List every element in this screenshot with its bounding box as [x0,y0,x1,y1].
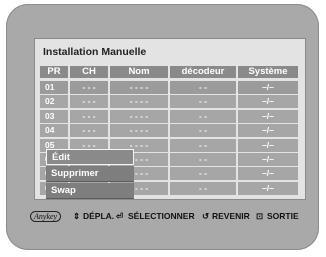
cell-decodeur: - - [170,138,236,152]
header-systeme: Système [238,66,298,78]
cell-systeme: –/– [238,95,298,109]
select-label: SÉLECTIONNER [128,211,195,221]
up-down-arrows-icon: ⇕ [73,211,81,221]
bottom-help-bar: Anykey ⇕ DÉPLA. ⏎ SÉLECTIONNER ↺ REVENIR… [30,209,310,225]
cell-ch: - - - [70,124,108,138]
header-ch: CH [70,66,108,78]
cell-nom: - - - - [110,81,168,94]
cell-systeme: –/– [238,167,298,181]
cell-systeme: –/– [238,124,298,138]
enter-icon: ⏎ [116,211,124,221]
cell-decodeur: - - [170,167,236,181]
cell-decodeur: - - [170,181,236,195]
exit-icon: ⊡ [256,211,264,221]
menu-item-swap[interactable]: Swap [46,183,134,199]
header-decodeur: décodeur [170,66,236,78]
anykey-button[interactable]: Anykey [30,211,62,222]
table-header: PR CH Nom décodeur Système [40,66,298,78]
cell-decodeur: - - [170,124,236,138]
cell-systeme: –/– [238,153,298,166]
cell-decodeur: - - [170,81,236,94]
manual-setup-panel: Installation Manuelle PR CH Nom décodeur… [34,38,306,200]
cell-pr: 01 [40,81,68,94]
cell-nom: - - - - [110,95,168,109]
cell-systeme: –/– [238,138,298,152]
move-label: DÉPLA. [83,211,115,221]
return-label: REVENIR [212,211,250,221]
cell-nom: - - - - [110,124,168,138]
cell-pr: 03 [40,109,68,123]
exit-label: SORTIE [267,211,299,221]
cell-decodeur: - - [170,95,236,109]
return-arrow-icon: ↺ [202,211,210,221]
cell-systeme: –/– [238,109,298,123]
cell-ch: - - - [70,95,108,109]
table-row[interactable]: 04- - -- - - -- - –/– [40,124,298,138]
cell-nom: - - - - [110,109,168,123]
cell-decodeur: - - [170,109,236,123]
header-nom: Nom [110,66,168,78]
cell-pr: 04 [40,124,68,138]
menu-item-delete[interactable]: Supprimer [46,166,134,182]
cell-systeme: –/– [238,181,298,195]
context-menu: Édit Supprimer Swap [46,149,136,201]
cell-systeme: –/– [238,81,298,94]
cell-decodeur: - - [170,153,236,166]
cell-ch: - - - [70,109,108,123]
table-row[interactable]: 01- - -- - - -- - –/– [40,81,298,94]
menu-item-edit[interactable]: Édit [46,149,134,165]
page-title: Installation Manuelle [43,46,147,58]
cell-ch: - - - [70,81,108,94]
table-row[interactable]: 03- - -- - - -- - –/– [40,109,298,123]
table-row[interactable]: 02- - -- - - -- - –/– [40,95,298,109]
header-pr: PR [40,66,68,78]
cell-pr: 02 [40,95,68,109]
tv-screen-frame: Installation Manuelle PR CH Nom décodeur… [6,4,319,250]
